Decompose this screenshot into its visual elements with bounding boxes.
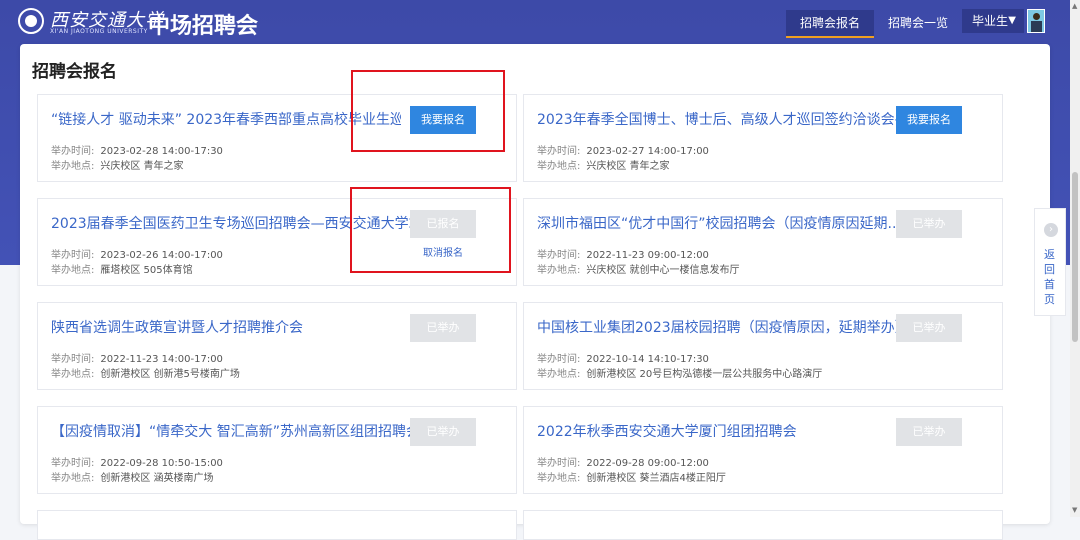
fair-card: [37, 510, 517, 540]
fair-time: 举办时间: 2023-02-26 14:00-17:00: [51, 250, 223, 261]
fair-card: 2023年春季全国博士、博士后、高级人才巡回签约洽谈会-西... 举办时间: 20…: [523, 94, 1003, 182]
annotation-box-register: [351, 70, 505, 152]
register-button[interactable]: 我要报名: [896, 106, 962, 134]
fair-place: 举办地点: 兴庆校区 就创中心一楼信息发布厅: [537, 265, 740, 276]
fair-title[interactable]: “链接人才 驱动未来” 2023年春季西部重点高校毕业生巡...: [51, 109, 401, 129]
header: 西安交通大学 XI'AN JIAOTONG UNIVERSITY 中场招聘会 招…: [0, 0, 1080, 44]
fair-time: 举办时间: 2022-09-28 10:50-15:00: [51, 458, 223, 469]
tab-fair-overview[interactable]: 招聘会一览: [874, 10, 962, 36]
arrow-right-circle-icon: ›: [1044, 223, 1058, 237]
fair-time: 举办时间: 2022-11-23 14:00-17:00: [51, 354, 223, 365]
fair-title[interactable]: 深圳市福田区“优才中国行”校园招聘会（因疫情原因延期...: [537, 213, 912, 233]
logo-subtitle: XI'AN JIAOTONG UNIVERSITY: [50, 28, 148, 35]
fair-title[interactable]: 中国核工业集团2023届校园招聘（因疫情原因，延期举办）: [537, 317, 912, 337]
fair-card: 深圳市福田区“优才中国行”校园招聘会（因疫情原因延期... 举办时间: 2022-…: [523, 198, 1003, 286]
fair-card: 2022年秋季西安交通大学厦门组团招聘会 举办时间: 2022-09-28 09:…: [523, 406, 1003, 494]
held-button: 已举办: [896, 314, 962, 342]
fair-card: 【因疫情取消】“情牵交大 智汇高新”苏州高新区组团招聘会 举办时间: 2022-0…: [37, 406, 517, 494]
fair-time: 举办时间: 2022-11-23 09:00-12:00: [537, 250, 709, 261]
scrollbar[interactable]: ▲ ▼: [1070, 0, 1080, 517]
fair-card: 陕西省选调生政策宣讲暨人才招聘推介会 举办时间: 2022-11-23 14:00…: [37, 302, 517, 390]
back-to-home-button[interactable]: › 返回首页: [1034, 208, 1066, 316]
fair-place: 举办地点: 创新港校区 20号巨构泓德楼一层公共服务中心路演厅: [537, 369, 823, 380]
fair-place: 举办地点: 兴庆校区 青年之家: [51, 161, 184, 172]
role-select[interactable]: 毕业生 ▼: [962, 9, 1024, 33]
avatar[interactable]: [1027, 9, 1045, 33]
fair-title[interactable]: 2023年春季全国博士、博士后、高级人才巡回签约洽谈会-西...: [537, 109, 912, 129]
fair-title[interactable]: 陕西省选调生政策宣讲暨人才招聘推介会: [51, 317, 401, 337]
held-button: 已举办: [410, 418, 476, 446]
role-label: 毕业生: [972, 14, 1009, 28]
fair-title[interactable]: 2022年秋季西安交通大学厦门组团招聘会: [537, 421, 887, 441]
scroll-thumb[interactable]: [1072, 172, 1078, 342]
tab-fair-registration[interactable]: 招聘会报名: [786, 10, 875, 38]
held-button: 已举办: [410, 314, 476, 342]
fair-place: 举办地点: 雁塔校区 505体育馆: [51, 265, 193, 276]
page-title: 招聘会报名: [32, 62, 117, 82]
fair-place: 举办地点: 创新港校区 创新港5号楼南广场: [51, 369, 240, 380]
fair-card: [523, 510, 1003, 540]
university-emblem-icon: [18, 8, 44, 34]
fair-place: 举办地点: 创新港校区 葵兰酒店4楼正阳厅: [537, 473, 726, 484]
held-button: 已举办: [896, 210, 962, 238]
scroll-down-arrow-icon[interactable]: ▼: [1072, 506, 1077, 514]
annotation-box-cancel: [350, 187, 511, 273]
fair-time: 举办时间: 2023-02-27 14:00-17:00: [537, 146, 709, 157]
held-button: 已举办: [896, 418, 962, 446]
scroll-up-arrow-icon[interactable]: ▲: [1072, 2, 1077, 10]
fair-time: 举办时间: 2023-02-28 14:00-17:30: [51, 146, 223, 157]
fair-title[interactable]: 【因疫情取消】“情牵交大 智汇高新”苏州高新区组团招聘会: [51, 421, 426, 441]
fair-card: 中国核工业集团2023届校园招聘（因疫情原因，延期举办） 举办时间: 2022-1…: [523, 302, 1003, 390]
fair-place: 举办地点: 创新港校区 涵英楼南广场: [51, 473, 214, 484]
main-panel: 招聘会报名 “链接人才 驱动未来” 2023年春季西部重点高校毕业生巡... 举…: [20, 44, 1050, 540]
app-title: 中场招聘会: [148, 14, 259, 39]
back-to-home-label: 返回首页: [1044, 248, 1055, 306]
chevron-down-icon: ▼: [1008, 15, 1016, 26]
fair-place: 举办地点: 兴庆校区 青年之家: [537, 161, 670, 172]
fair-time: 举办时间: 2022-09-28 09:00-12:00: [537, 458, 709, 469]
fair-time: 举办时间: 2022-10-14 14:10-17:30: [537, 354, 709, 365]
